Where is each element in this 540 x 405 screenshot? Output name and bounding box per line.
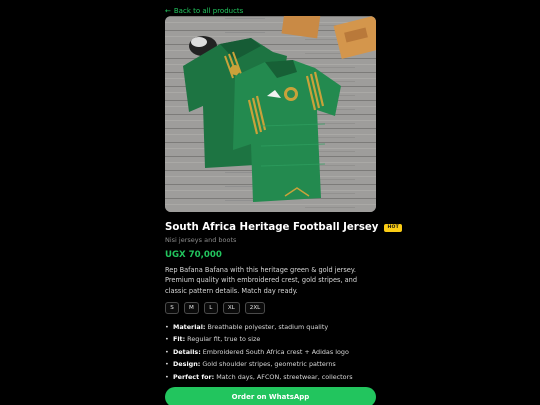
product-description: Rep Bafana Bafana with this heritage gre… [165,266,358,295]
bullet-icon: • [165,335,169,344]
feature-value: Breathable polyester, stadium quality [207,323,329,331]
size-options: S M L XL 2XL [165,302,266,314]
size-option-s[interactable]: S [165,302,179,314]
size-option-l[interactable]: L [203,302,218,314]
feature-item: • Fit: Regular fit, true to size [165,333,380,345]
shop-name: Nisi jerseys and boots [165,236,237,244]
feature-label: Design: [173,360,201,369]
size-option-2xl[interactable]: 2XL [244,302,266,314]
bullet-icon: • [165,347,169,356]
feature-label: Fit: [173,335,186,344]
hot-badge: HOT [384,223,402,232]
back-link-label: Back to all products [173,7,244,15]
feature-value: Embroidered South Africa crest + Adidas … [202,347,349,356]
product-image [165,16,376,212]
title-row: South Africa Heritage Football Jersey HO… [165,222,402,233]
back-link[interactable]: ← Back to all products [165,7,243,15]
feature-value: Gold shoulder stripes, geometric pattern… [202,360,336,369]
feature-list: • Material: Breathable polyester, stadium … [165,321,380,383]
product-price: UGX 70,000 [165,250,222,260]
order-whatsapp-button[interactable]: Order on WhatsApp [165,387,376,405]
feature-value: Match days, AFCON, streetwear, collector… [216,372,353,381]
feature-label: Material: [173,323,206,331]
bullet-icon: • [165,372,169,381]
size-option-m[interactable]: M [184,302,199,314]
bullet-icon: • [165,323,169,331]
back-arrow-icon: ← [165,7,171,15]
feature-label: Perfect for: [173,372,215,381]
product-title: South Africa Heritage Football Jersey [165,222,379,233]
feature-value: Regular fit, true to size [187,335,261,344]
feature-label: Details: [173,347,201,356]
feature-item: • Material: Breathable polyester, stadium … [165,321,380,333]
size-option-xl[interactable]: XL [222,302,240,314]
feature-item: • Design: Gold shoulder stripes, geometric… [165,358,380,370]
feature-item: • Perfect for: Match days, AFCON, streetwe… [165,371,380,383]
bullet-icon: • [165,360,169,369]
jersey-photo-icon [165,16,376,212]
feature-item: • Details: Embroidered South Africa crest … [165,346,380,358]
